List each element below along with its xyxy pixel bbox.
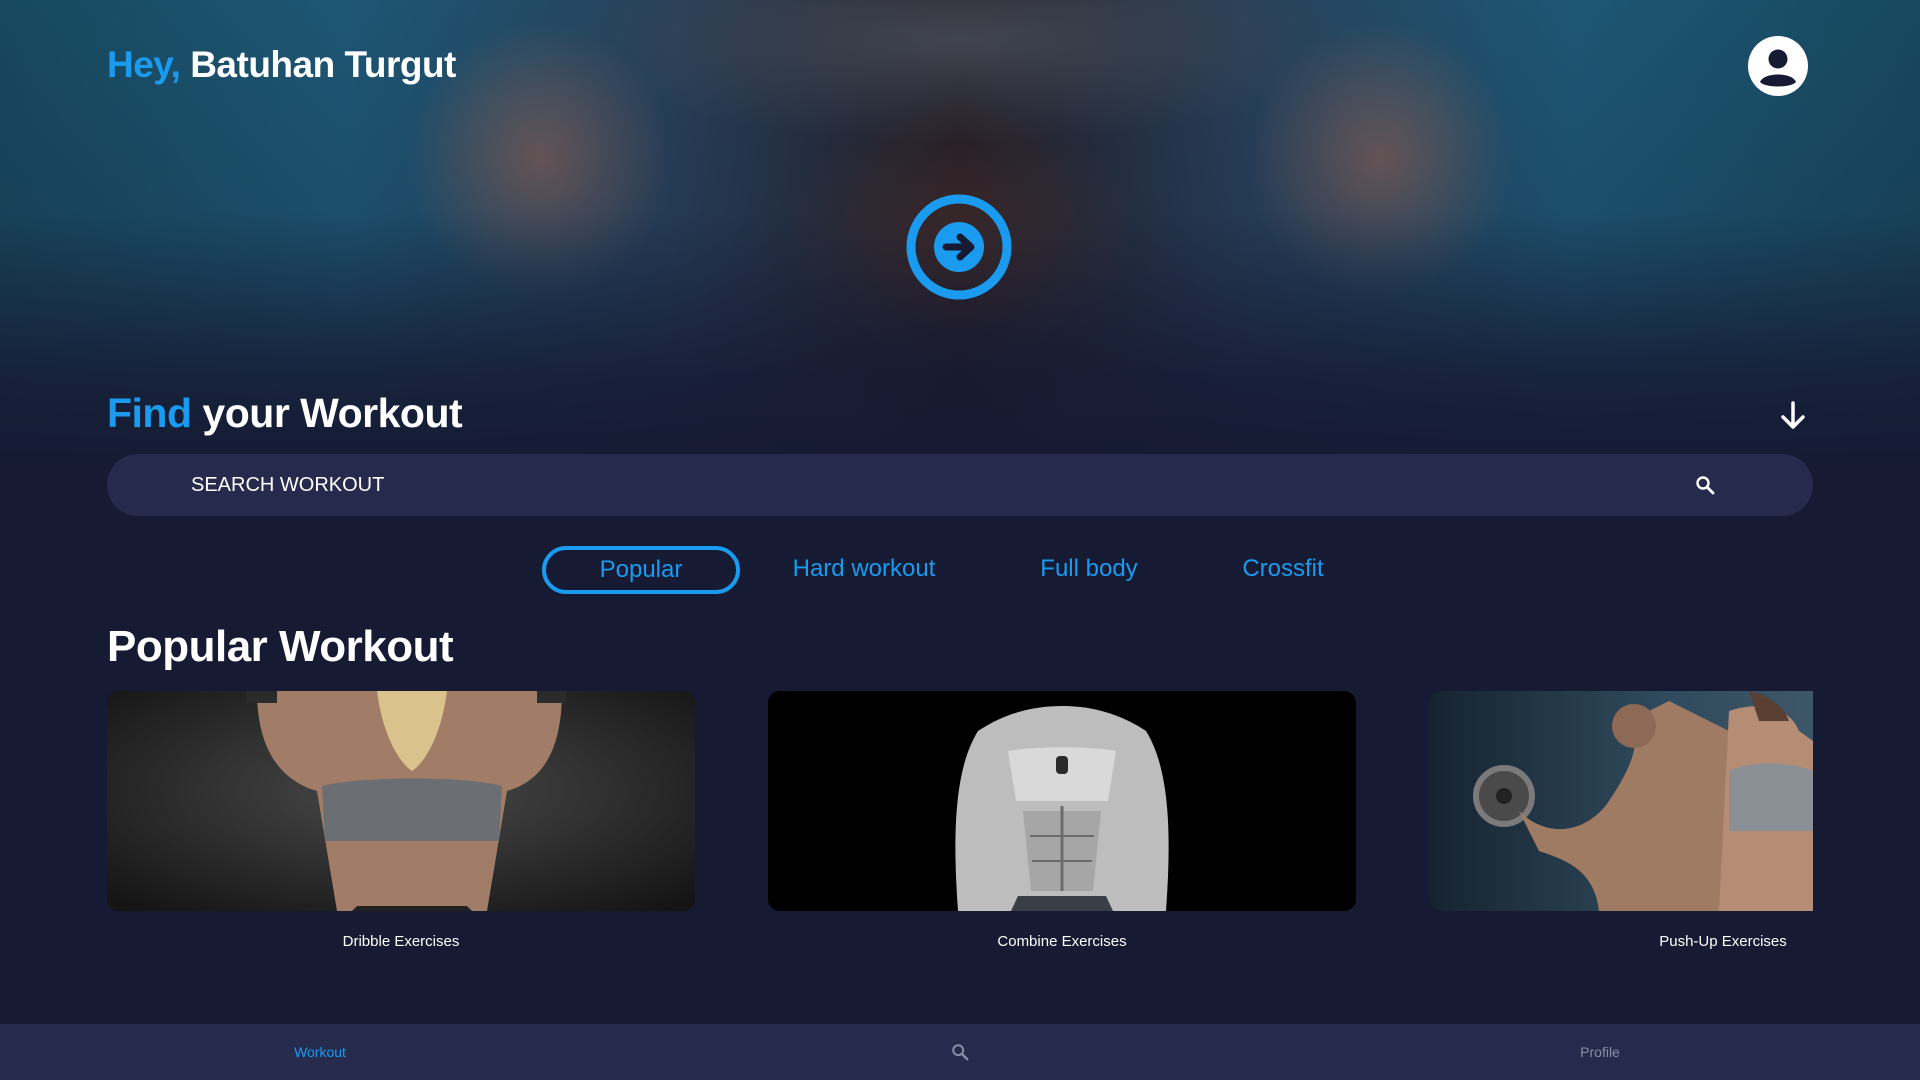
greeting: Hey, Batuhan Turgut (107, 44, 456, 86)
arrow-right-circle-icon (906, 194, 1012, 300)
section-title: Popular Workout (107, 622, 454, 671)
nav-profile[interactable]: Profile (1500, 1024, 1700, 1080)
workout-card-list: Dribble Exercises Combine Exercises Push… (0, 691, 1920, 961)
search-bar (107, 454, 1813, 516)
user-name: Batuhan Turgut (190, 44, 456, 85)
workout-card-label: Combine Exercises (997, 933, 1127, 950)
greeting-prefix: Hey, (107, 44, 181, 85)
find-title-accent: Find (107, 390, 192, 436)
account-circle-icon[interactable] (1748, 36, 1808, 96)
tab-crossfit[interactable]: Crossfit (1228, 546, 1338, 594)
nav-workout[interactable]: Workout (220, 1024, 420, 1080)
workout-card-image (1429, 691, 1813, 911)
workout-card-combine[interactable]: Combine Exercises (768, 691, 1356, 961)
bottom-navigation: Workout Profile (0, 1024, 1920, 1080)
search-input[interactable] (191, 454, 1671, 516)
workout-card-label: Dribble Exercises (342, 933, 460, 950)
search-icon[interactable] (1695, 475, 1715, 495)
tab-hard-workout[interactable]: Hard workout (778, 546, 950, 594)
category-tabs: Popular Hard workout Full body Crossfit (0, 546, 1920, 596)
workout-card-pushup[interactable]: Push-Up Exercises (1429, 691, 1813, 961)
start-workout-button[interactable] (906, 194, 1012, 300)
workout-card-image (107, 691, 695, 911)
workout-card-dribble[interactable]: Dribble Exercises (107, 691, 695, 961)
arrow-down-icon[interactable] (1778, 400, 1808, 432)
find-title-rest: your Workout (191, 390, 463, 436)
tab-popular[interactable]: Popular (542, 546, 740, 594)
find-workout-title: Find your Workout (107, 390, 463, 437)
search-icon (952, 1044, 969, 1061)
workout-card-image (768, 691, 1356, 911)
tab-full-body[interactable]: Full body (1024, 546, 1154, 594)
nav-search[interactable] (860, 1024, 1060, 1080)
workout-card-label: Push-Up Exercises (1659, 933, 1787, 950)
